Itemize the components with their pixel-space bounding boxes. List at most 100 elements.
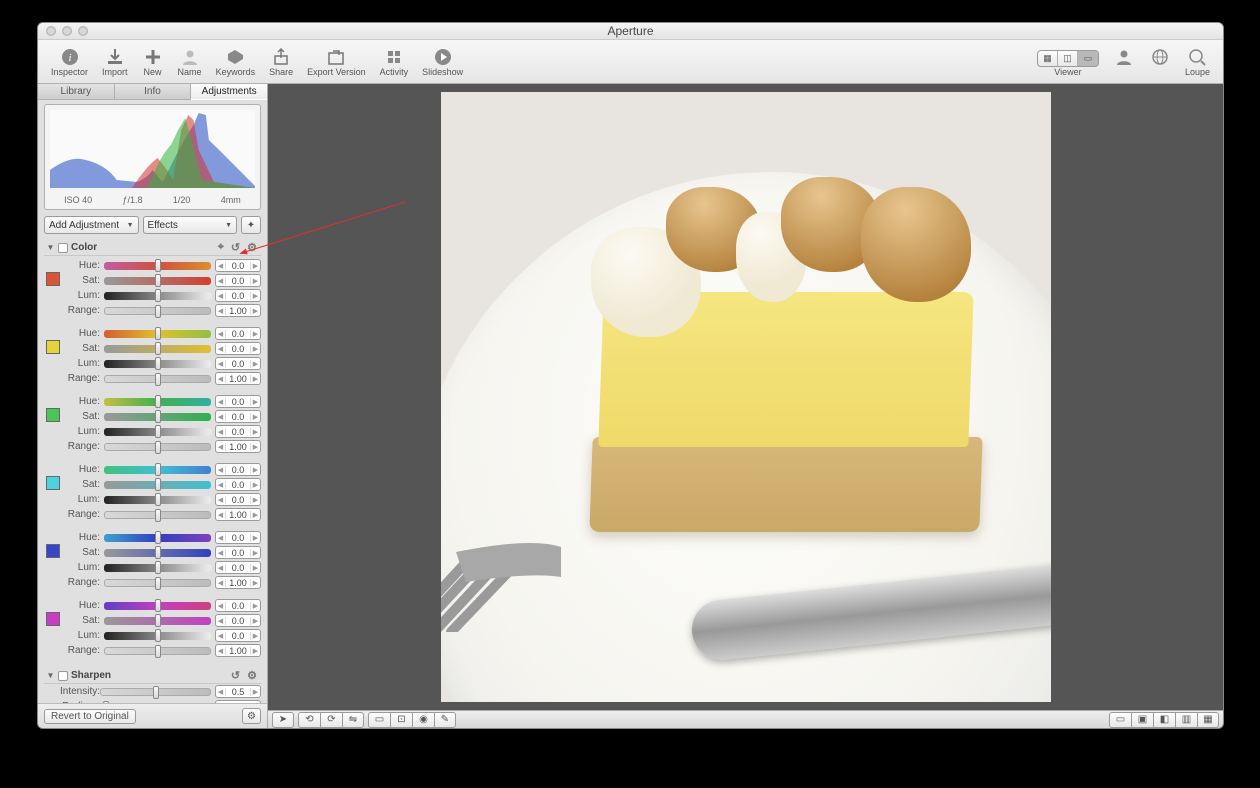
intensity-slider[interactable] bbox=[100, 688, 211, 696]
stepper-right-icon[interactable]: ▶ bbox=[250, 292, 260, 300]
stepper-right-icon[interactable]: ▶ bbox=[250, 647, 260, 655]
name-button[interactable]: Name bbox=[171, 40, 209, 83]
value-stepper[interactable]: ◀1.00▶ bbox=[215, 644, 261, 657]
stepper-right-icon[interactable]: ▶ bbox=[250, 511, 260, 519]
slider-track[interactable] bbox=[104, 632, 211, 640]
stepper-right-icon[interactable]: ▶ bbox=[250, 703, 260, 704]
value-stepper[interactable]: ◀1.00▶ bbox=[215, 508, 261, 521]
radius-slider[interactable] bbox=[100, 703, 211, 704]
gear-icon[interactable]: ⚙︎ bbox=[245, 669, 259, 682]
stepper-left-icon[interactable]: ◀ bbox=[216, 602, 226, 610]
stepper-left-icon[interactable]: ◀ bbox=[216, 688, 226, 696]
stepper-left-icon[interactable]: ◀ bbox=[216, 330, 226, 338]
intensity-stepper[interactable]: ◀ 0.5 ▶ bbox=[215, 685, 261, 698]
color-enable-checkbox[interactable] bbox=[58, 243, 68, 253]
value-stepper[interactable]: ◀0.0▶ bbox=[215, 629, 261, 642]
value-stepper[interactable]: ◀0.0▶ bbox=[215, 614, 261, 627]
stepper-left-icon[interactable]: ◀ bbox=[216, 703, 226, 704]
value-stepper[interactable]: ◀0.0▶ bbox=[215, 531, 261, 544]
slider-track[interactable] bbox=[104, 549, 211, 557]
stepper-right-icon[interactable]: ▶ bbox=[250, 443, 260, 451]
disclosure-triangle-icon[interactable]: ▼ bbox=[46, 243, 55, 252]
stepper-left-icon[interactable]: ◀ bbox=[216, 345, 226, 353]
stepper-right-icon[interactable]: ▶ bbox=[250, 375, 260, 383]
value-stepper[interactable]: ◀1.00▶ bbox=[215, 440, 261, 453]
slider-track[interactable] bbox=[104, 617, 211, 625]
stepper-left-icon[interactable]: ◀ bbox=[216, 307, 226, 315]
slider-track[interactable] bbox=[104, 398, 211, 406]
stepper-left-icon[interactable]: ◀ bbox=[216, 617, 226, 625]
zoom-button[interactable]: ▦ bbox=[1197, 712, 1219, 728]
color-swatch[interactable] bbox=[46, 476, 60, 490]
slider-track[interactable] bbox=[104, 345, 211, 353]
stepper-left-icon[interactable]: ◀ bbox=[216, 632, 226, 640]
slider-track[interactable] bbox=[104, 496, 211, 504]
stepper-left-icon[interactable]: ◀ bbox=[216, 262, 226, 270]
slider-track[interactable] bbox=[104, 307, 211, 315]
tab-library[interactable]: Library bbox=[38, 84, 115, 100]
value-stepper[interactable]: ◀0.0▶ bbox=[215, 478, 261, 491]
title-bar[interactable]: Aperture bbox=[38, 23, 1223, 40]
eyedropper-icon[interactable]: ⌖ bbox=[216, 241, 226, 254]
stepper-right-icon[interactable]: ▶ bbox=[250, 360, 260, 368]
stepper-right-icon[interactable]: ▶ bbox=[250, 688, 260, 696]
straighten-button[interactable]: ▭ bbox=[368, 712, 390, 728]
stepper-left-icon[interactable]: ◀ bbox=[216, 375, 226, 383]
value-stepper[interactable]: ◀0.0▶ bbox=[215, 327, 261, 340]
stepper-left-icon[interactable]: ◀ bbox=[216, 549, 226, 557]
value-stepper[interactable]: ◀1.00▶ bbox=[215, 304, 261, 317]
value-stepper[interactable]: ◀0.0▶ bbox=[215, 425, 261, 438]
rotate-ccw-button[interactable]: ⟲ bbox=[298, 712, 320, 728]
stepper-left-icon[interactable]: ◀ bbox=[216, 466, 226, 474]
stepper-left-icon[interactable]: ◀ bbox=[216, 579, 226, 587]
selection-tool-button[interactable]: ➤ bbox=[272, 712, 294, 728]
radius-stepper[interactable]: ◀ 1.00 ▶ bbox=[215, 700, 261, 703]
value-stepper[interactable]: ◀0.0▶ bbox=[215, 410, 261, 423]
reset-icon[interactable]: ↺ bbox=[229, 669, 242, 682]
stepper-right-icon[interactable]: ▶ bbox=[250, 277, 260, 285]
share-button[interactable]: Share bbox=[262, 40, 300, 83]
stepper-right-icon[interactable]: ▶ bbox=[250, 579, 260, 587]
color-swatch[interactable] bbox=[46, 340, 60, 354]
slider-track[interactable] bbox=[104, 579, 211, 587]
redeye-button[interactable]: ◉ bbox=[412, 712, 434, 728]
canvas[interactable] bbox=[268, 84, 1223, 710]
slider-track[interactable] bbox=[104, 292, 211, 300]
slider-track[interactable] bbox=[104, 375, 211, 383]
value-stepper[interactable]: ◀0.0▶ bbox=[215, 599, 261, 612]
stepper-right-icon[interactable]: ▶ bbox=[250, 413, 260, 421]
stepper-right-icon[interactable]: ▶ bbox=[250, 534, 260, 542]
color-swatch[interactable] bbox=[46, 544, 60, 558]
stepper-right-icon[interactable]: ▶ bbox=[250, 632, 260, 640]
stepper-right-icon[interactable]: ▶ bbox=[250, 481, 260, 489]
stepper-left-icon[interactable]: ◀ bbox=[216, 398, 226, 406]
stepper-left-icon[interactable]: ◀ bbox=[216, 443, 226, 451]
value-stepper[interactable]: ◀1.00▶ bbox=[215, 576, 261, 589]
add-adjustment-dropdown[interactable]: Add Adjustment ▼ bbox=[44, 216, 139, 234]
keywords-button[interactable]: Keywords bbox=[209, 40, 263, 83]
stepper-right-icon[interactable]: ▶ bbox=[250, 345, 260, 353]
auto-enhance-button[interactable]: ✦ bbox=[241, 216, 261, 234]
action-menu-button[interactable]: ⚙︎ bbox=[242, 708, 261, 724]
value-stepper[interactable]: ◀0.0▶ bbox=[215, 274, 261, 287]
retouch-button[interactable]: ✎ bbox=[434, 712, 456, 728]
revert-button[interactable]: Revert to Original bbox=[44, 709, 136, 724]
stepper-right-icon[interactable]: ▶ bbox=[250, 602, 260, 610]
viewer-grid-icon[interactable]: ▦ bbox=[1038, 51, 1058, 66]
activity-button[interactable]: Activity bbox=[373, 40, 416, 83]
stepper-left-icon[interactable]: ◀ bbox=[216, 564, 226, 572]
slider-track[interactable] bbox=[104, 481, 211, 489]
slider-track[interactable] bbox=[104, 511, 211, 519]
stepper-left-icon[interactable]: ◀ bbox=[216, 534, 226, 542]
stepper-right-icon[interactable]: ▶ bbox=[250, 549, 260, 557]
value-stepper[interactable]: ◀0.0▶ bbox=[215, 395, 261, 408]
tab-adjustments[interactable]: Adjustments bbox=[191, 84, 267, 100]
color-swatch[interactable] bbox=[46, 612, 60, 626]
stepper-right-icon[interactable]: ▶ bbox=[250, 398, 260, 406]
inspector-button[interactable]: iInspector bbox=[44, 40, 95, 83]
slider-track[interactable] bbox=[104, 360, 211, 368]
slider-track[interactable] bbox=[104, 262, 211, 270]
gear-icon[interactable]: ⚙︎ bbox=[245, 241, 259, 254]
value-stepper[interactable]: ◀0.0▶ bbox=[215, 546, 261, 559]
viewer-segment[interactable]: ▦ ◫ ▭ bbox=[1037, 50, 1099, 67]
